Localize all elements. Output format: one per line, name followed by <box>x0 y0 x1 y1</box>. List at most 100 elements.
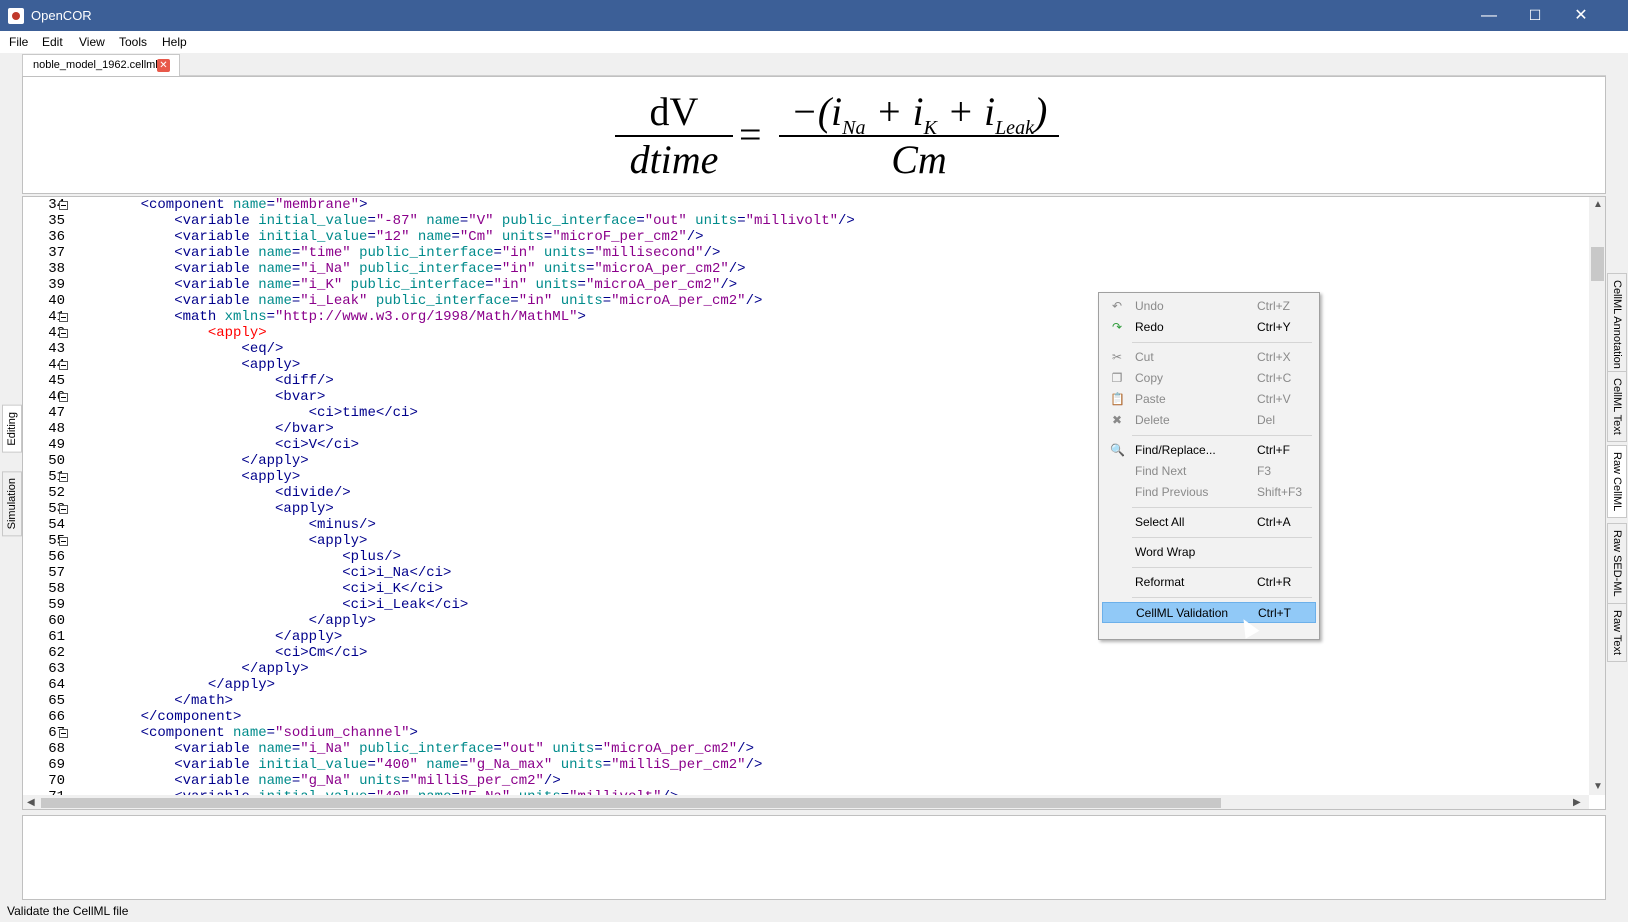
tab-cellml-annotation[interactable]: CellML Annotation <box>1607 273 1627 376</box>
menu-item-copy[interactable]: ❐ Copy Ctrl+C <box>1102 368 1316 389</box>
menu-view[interactable]: View <box>79 35 105 49</box>
code-editor[interactable]: 34 35 36 37 38 39 40 41 42 43 44 45 46 47 48 49 50 51 52 53… <box>22 196 1606 810</box>
menu-item-shortcut: Del <box>1257 413 1276 427</box>
maximize-button[interactable]: ☐ <box>1512 0 1558 31</box>
line-number: 47 <box>48 405 65 421</box>
menu-item-label: Reformat <box>1135 575 1185 589</box>
menu-separator <box>1132 342 1312 343</box>
fold-toggle-icon[interactable] <box>59 329 68 338</box>
delete-icon: ✖ <box>1111 413 1123 427</box>
code-line: <divide/> <box>107 485 351 501</box>
menu-item-label: Redo <box>1135 320 1164 334</box>
eq-lhs-numerator: dV <box>649 89 699 134</box>
line-number: 61 <box>48 629 65 645</box>
code-line: <apply> <box>107 469 301 485</box>
code-line: </apply> <box>107 453 309 469</box>
fold-toggle-icon[interactable] <box>59 393 68 402</box>
menu-separator <box>1132 597 1312 598</box>
fold-toggle-icon[interactable] <box>59 729 68 738</box>
menu-separator <box>1132 537 1312 538</box>
line-number: 63 <box>48 661 65 677</box>
menu-item-cellml-validation[interactable]: CellML Validation Ctrl+T <box>1102 602 1316 623</box>
line-number: 45 <box>48 373 65 389</box>
code-line: <variable name="i_Na" public_interface="… <box>107 261 746 277</box>
tab-raw-sed-ml[interactable]: Raw SED-ML <box>1607 523 1627 604</box>
line-number: 37 <box>48 245 65 261</box>
fold-toggle-icon[interactable] <box>59 361 68 370</box>
eq-equals: = <box>739 112 762 157</box>
menu-item-label: Copy <box>1135 371 1164 385</box>
code-line: <ci>i_Na</ci> <box>107 565 452 581</box>
menu-item-find-replace[interactable]: 🔍 Find/Replace... Ctrl+F <box>1102 440 1316 461</box>
fold-toggle-icon[interactable] <box>59 473 68 482</box>
menu-item-find-next[interactable]: Find Next F3 <box>1102 461 1316 482</box>
fold-toggle-icon[interactable] <box>59 313 68 322</box>
tab-raw-text[interactable]: Raw Text <box>1607 603 1627 663</box>
fold-toggle-icon[interactable] <box>59 505 68 514</box>
fold-toggle-icon[interactable] <box>59 537 68 546</box>
menu-item-shortcut: Ctrl+T <box>1258 606 1291 620</box>
menu-tools[interactable]: Tools <box>119 35 147 49</box>
code-line: <variable name="g_Na" units="milliS_per_… <box>107 773 561 789</box>
code-line: <ci>i_Leak</ci> <box>107 597 469 613</box>
line-number: 59 <box>48 597 65 613</box>
code-line: <apply> <box>107 501 334 517</box>
code-line: <apply> <box>107 357 301 373</box>
code-line: <variable name="i_K" public_interface="i… <box>107 277 738 293</box>
line-number: 38 <box>48 261 65 277</box>
scroll-right-icon[interactable]: ▶ <box>1573 797 1581 808</box>
code-line: </apply> <box>107 661 309 677</box>
file-tab[interactable]: noble_model_1962.cellml ✕ <box>22 54 180 76</box>
code-line: </apply> <box>107 629 343 645</box>
menu-item-shortcut: Ctrl+Y <box>1257 320 1291 334</box>
code-line: <ci>time</ci> <box>107 405 418 421</box>
close-tab-icon[interactable]: ✕ <box>157 59 170 72</box>
tab-raw-cellml[interactable]: Raw CellML <box>1607 445 1627 519</box>
tab-cellml-text[interactable]: CellML Text <box>1607 371 1627 442</box>
menu-help[interactable]: Help <box>162 35 187 49</box>
line-number: 66 <box>48 709 65 725</box>
tab-simulation[interactable]: Simulation <box>2 471 22 537</box>
code-line: <ci>V</ci> <box>107 437 360 453</box>
code-line: <apply> <box>107 533 368 549</box>
redo-icon: ↷ <box>1111 320 1123 334</box>
code-line: <component name="sodium_channel"> <box>107 725 418 741</box>
context-menu: ↶ Undo Ctrl+Z ↷ Redo Ctrl+Y ✂ Cut Ctrl+X ❐ Copy Ctr… <box>1098 292 1320 640</box>
line-number-gutter: 34 35 36 37 38 39 40 41 42 43 44 45 46 47 48 49 50 51 52 53… <box>23 197 79 805</box>
scroll-up-icon[interactable]: ▲ <box>1593 199 1603 210</box>
menu-item-word-wrap[interactable]: Word Wrap <box>1102 542 1316 563</box>
status-bar: Validate the CellML file <box>0 900 1628 922</box>
menu-item-delete[interactable]: ✖ Delete Del <box>1102 410 1316 431</box>
menu-item-select-all[interactable]: Select All Ctrl+A <box>1102 512 1316 533</box>
horizontal-scrollbar[interactable]: ◀ ▶ <box>23 795 1589 809</box>
horizontal-scroll-thumb[interactable] <box>41 798 1221 808</box>
menu-item-label: Paste <box>1135 392 1166 406</box>
tab-editing[interactable]: Editing <box>2 405 22 453</box>
vertical-scroll-thumb[interactable] <box>1591 247 1604 281</box>
menu-item-reformat[interactable]: Reformat Ctrl+R <box>1102 572 1316 593</box>
menu-file[interactable]: File <box>9 35 28 49</box>
code-line: </apply> <box>107 613 376 629</box>
menu-item-paste[interactable]: 📋 Paste Ctrl+V <box>1102 389 1316 410</box>
scroll-left-icon[interactable]: ◀ <box>27 797 35 808</box>
vertical-scrollbar[interactable]: ▲ ▼ <box>1589 197 1605 795</box>
menu-separator <box>1132 507 1312 508</box>
title-bar: OpenCOR — ☐ ✕ <box>0 0 1628 31</box>
line-number: 56 <box>48 549 65 565</box>
menu-item-shortcut: F3 <box>1257 464 1272 478</box>
fold-toggle-icon[interactable] <box>59 201 68 210</box>
scroll-down-icon[interactable]: ▼ <box>1593 781 1603 792</box>
menu-edit[interactable]: Edit <box>42 35 63 49</box>
menu-item-undo[interactable]: ↶ Undo Ctrl+Z <box>1102 296 1316 317</box>
line-number: 68 <box>48 741 65 757</box>
menu-item-shortcut: Ctrl+V <box>1257 392 1291 406</box>
menu-item-redo[interactable]: ↷ Redo Ctrl+Y <box>1102 317 1316 338</box>
close-window-button[interactable]: ✕ <box>1558 0 1604 31</box>
minimize-button[interactable]: — <box>1466 0 1512 31</box>
code-line: </bvar> <box>107 421 334 437</box>
menu-item-cut[interactable]: ✂ Cut Ctrl+X <box>1102 347 1316 368</box>
paste-icon: 📋 <box>1110 392 1125 406</box>
menu-item-find-previous[interactable]: Find Previous Shift+F3 <box>1102 482 1316 503</box>
file-tab-label: noble_model_1962.cellml <box>33 59 158 71</box>
code-line: <plus/> <box>107 549 402 565</box>
